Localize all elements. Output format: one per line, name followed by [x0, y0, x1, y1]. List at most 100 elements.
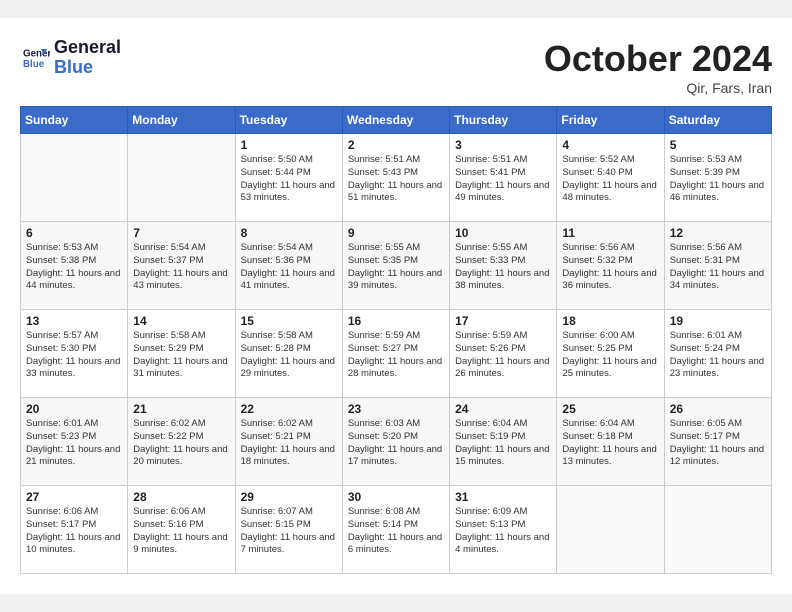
- calendar-cell: [21, 134, 128, 222]
- calendar-cell: 29 Sunrise: 6:07 AM Sunset: 5:15 PM Dayli…: [235, 486, 342, 574]
- day-info: Sunrise: 6:03 AM Sunset: 5:20 PM Dayligh…: [348, 418, 444, 469]
- day-number: 20: [26, 402, 122, 416]
- calendar-container: General Blue General Blue October 2024 Q…: [0, 18, 792, 594]
- calendar-cell: 9Sunrise: 5:55 AM Sunset: 5:35 PM Daylig…: [342, 222, 449, 310]
- day-info: Sunrise: 6:09 AM Sunset: 5:13 PM Dayligh…: [455, 506, 551, 557]
- calendar-week-row: 27 Sunrise: 6:06 AM Sunset: 5:17 PM Dayli…: [21, 486, 772, 574]
- day-info: Sunrise: 5:54 AM Sunset: 5:37 PM Dayligh…: [133, 242, 229, 293]
- day-info: Sunrise: 6:00 AM Sunset: 5:25 PM Dayligh…: [562, 330, 658, 381]
- calendar-cell: 2 Sunrise: 5:51 AM Sunset: 5:43 PM Daylig…: [342, 134, 449, 222]
- day-info: Sunrise: 5:53 AM Sunset: 5:38 PM Dayligh…: [26, 242, 122, 293]
- calendar-cell: 25 Sunrise: 6:04 AM Sunset: 5:18 PM Dayli…: [557, 398, 664, 486]
- calendar-cell: 3 Sunrise: 5:51 AM Sunset: 5:41 PM Daylig…: [450, 134, 557, 222]
- day-number: 15: [241, 314, 337, 328]
- logo: General Blue General Blue: [20, 38, 121, 78]
- weekday-header: Sunday: [21, 107, 128, 134]
- calendar-cell: 12Sunrise: 5:56 AM Sunset: 5:31 PM Dayli…: [664, 222, 771, 310]
- day-number: 16: [348, 314, 444, 328]
- calendar-cell: 14 Sunrise: 5:58 AM Sunset: 5:29 PM Dayli…: [128, 310, 235, 398]
- calendar-cell: 17 Sunrise: 5:59 AM Sunset: 5:26 PM Dayli…: [450, 310, 557, 398]
- day-number: 14: [133, 314, 229, 328]
- day-number: 23: [348, 402, 444, 416]
- logo-icon: General Blue: [20, 43, 50, 73]
- day-number: 13: [26, 314, 122, 328]
- day-info: Sunrise: 5:55 AM Sunset: 5:35 PM Dayligh…: [348, 242, 444, 293]
- calendar-cell: 8Sunrise: 5:54 AM Sunset: 5:36 PM Daylig…: [235, 222, 342, 310]
- calendar-cell: 1 Sunrise: 5:50 AM Sunset: 5:44 PM Daylig…: [235, 134, 342, 222]
- day-number: 1: [241, 138, 337, 152]
- day-number: 2: [348, 138, 444, 152]
- calendar-cell: 13 Sunrise: 5:57 AM Sunset: 5:30 PM Dayli…: [21, 310, 128, 398]
- calendar-week-row: 20 Sunrise: 6:01 AM Sunset: 5:23 PM Dayli…: [21, 398, 772, 486]
- day-number: 10: [455, 226, 551, 240]
- day-info: Sunrise: 6:05 AM Sunset: 5:17 PM Dayligh…: [670, 418, 766, 469]
- day-number: 26: [670, 402, 766, 416]
- title-block: October 2024 Qir, Fars, Iran: [544, 38, 772, 96]
- calendar-cell: 6 Sunrise: 5:53 AM Sunset: 5:38 PM Daylig…: [21, 222, 128, 310]
- day-number: 17: [455, 314, 551, 328]
- day-number: 21: [133, 402, 229, 416]
- day-number: 6: [26, 226, 122, 240]
- day-info: Sunrise: 5:59 AM Sunset: 5:26 PM Dayligh…: [455, 330, 551, 381]
- calendar-cell: [128, 134, 235, 222]
- calendar-cell: 27 Sunrise: 6:06 AM Sunset: 5:17 PM Dayli…: [21, 486, 128, 574]
- day-info: Sunrise: 5:56 AM Sunset: 5:32 PM Dayligh…: [562, 242, 658, 293]
- day-number: 8: [241, 226, 337, 240]
- day-info: Sunrise: 5:51 AM Sunset: 5:43 PM Dayligh…: [348, 154, 444, 205]
- day-number: 18: [562, 314, 658, 328]
- calendar-cell: 28Sunrise: 6:06 AM Sunset: 5:16 PM Dayli…: [128, 486, 235, 574]
- svg-text:Blue: Blue: [23, 59, 45, 70]
- calendar-cell: 18 Sunrise: 6:00 AM Sunset: 5:25 PM Dayli…: [557, 310, 664, 398]
- day-info: Sunrise: 6:08 AM Sunset: 5:14 PM Dayligh…: [348, 506, 444, 557]
- calendar-table: SundayMondayTuesdayWednesdayThursdayFrid…: [20, 106, 772, 574]
- logo-text: General Blue: [54, 38, 121, 78]
- day-info: Sunrise: 6:04 AM Sunset: 5:18 PM Dayligh…: [562, 418, 658, 469]
- calendar-cell: [664, 486, 771, 574]
- day-info: Sunrise: 5:51 AM Sunset: 5:41 PM Dayligh…: [455, 154, 551, 205]
- day-info: Sunrise: 6:02 AM Sunset: 5:21 PM Dayligh…: [241, 418, 337, 469]
- calendar-cell: 30 Sunrise: 6:08 AM Sunset: 5:14 PM Dayli…: [342, 486, 449, 574]
- weekday-header: Saturday: [664, 107, 771, 134]
- day-info: Sunrise: 6:04 AM Sunset: 5:19 PM Dayligh…: [455, 418, 551, 469]
- day-info: Sunrise: 5:58 AM Sunset: 5:29 PM Dayligh…: [133, 330, 229, 381]
- calendar-cell: 24 Sunrise: 6:04 AM Sunset: 5:19 PM Dayli…: [450, 398, 557, 486]
- day-number: 29: [241, 490, 337, 504]
- calendar-cell: 22Sunrise: 6:02 AM Sunset: 5:21 PM Dayli…: [235, 398, 342, 486]
- day-number: 19: [670, 314, 766, 328]
- day-number: 24: [455, 402, 551, 416]
- day-number: 11: [562, 226, 658, 240]
- weekday-header-row: SundayMondayTuesdayWednesdayThursdayFrid…: [21, 107, 772, 134]
- day-number: 27: [26, 490, 122, 504]
- day-number: 25: [562, 402, 658, 416]
- weekday-header: Wednesday: [342, 107, 449, 134]
- calendar-cell: 15Sunrise: 5:58 AM Sunset: 5:28 PM Dayli…: [235, 310, 342, 398]
- day-info: Sunrise: 5:50 AM Sunset: 5:44 PM Dayligh…: [241, 154, 337, 205]
- calendar-cell: 4Sunrise: 5:52 AM Sunset: 5:40 PM Daylig…: [557, 134, 664, 222]
- day-info: Sunrise: 6:07 AM Sunset: 5:15 PM Dayligh…: [241, 506, 337, 557]
- day-info: Sunrise: 5:53 AM Sunset: 5:39 PM Dayligh…: [670, 154, 766, 205]
- day-info: Sunrise: 6:06 AM Sunset: 5:17 PM Dayligh…: [26, 506, 122, 557]
- calendar-week-row: 6 Sunrise: 5:53 AM Sunset: 5:38 PM Daylig…: [21, 222, 772, 310]
- calendar-cell: 16Sunrise: 5:59 AM Sunset: 5:27 PM Dayli…: [342, 310, 449, 398]
- calendar-week-row: 13 Sunrise: 5:57 AM Sunset: 5:30 PM Dayli…: [21, 310, 772, 398]
- day-number: 3: [455, 138, 551, 152]
- day-number: 30: [348, 490, 444, 504]
- calendar-cell: 5 Sunrise: 5:53 AM Sunset: 5:39 PM Daylig…: [664, 134, 771, 222]
- header: General Blue General Blue October 2024 Q…: [20, 38, 772, 96]
- day-number: 4: [562, 138, 658, 152]
- day-info: Sunrise: 6:02 AM Sunset: 5:22 PM Dayligh…: [133, 418, 229, 469]
- logo-line2: Blue: [54, 58, 121, 78]
- calendar-cell: 23 Sunrise: 6:03 AM Sunset: 5:20 PM Dayli…: [342, 398, 449, 486]
- day-info: Sunrise: 5:57 AM Sunset: 5:30 PM Dayligh…: [26, 330, 122, 381]
- day-number: 7: [133, 226, 229, 240]
- calendar-cell: 21 Sunrise: 6:02 AM Sunset: 5:22 PM Dayli…: [128, 398, 235, 486]
- calendar-cell: 20 Sunrise: 6:01 AM Sunset: 5:23 PM Dayli…: [21, 398, 128, 486]
- calendar-cell: [557, 486, 664, 574]
- day-number: 5: [670, 138, 766, 152]
- weekday-header: Monday: [128, 107, 235, 134]
- calendar-cell: 7 Sunrise: 5:54 AM Sunset: 5:37 PM Daylig…: [128, 222, 235, 310]
- location: Qir, Fars, Iran: [544, 80, 772, 96]
- calendar-cell: 31Sunrise: 6:09 AM Sunset: 5:13 PM Dayli…: [450, 486, 557, 574]
- day-info: Sunrise: 6:01 AM Sunset: 5:23 PM Dayligh…: [26, 418, 122, 469]
- calendar-cell: 26 Sunrise: 6:05 AM Sunset: 5:17 PM Dayli…: [664, 398, 771, 486]
